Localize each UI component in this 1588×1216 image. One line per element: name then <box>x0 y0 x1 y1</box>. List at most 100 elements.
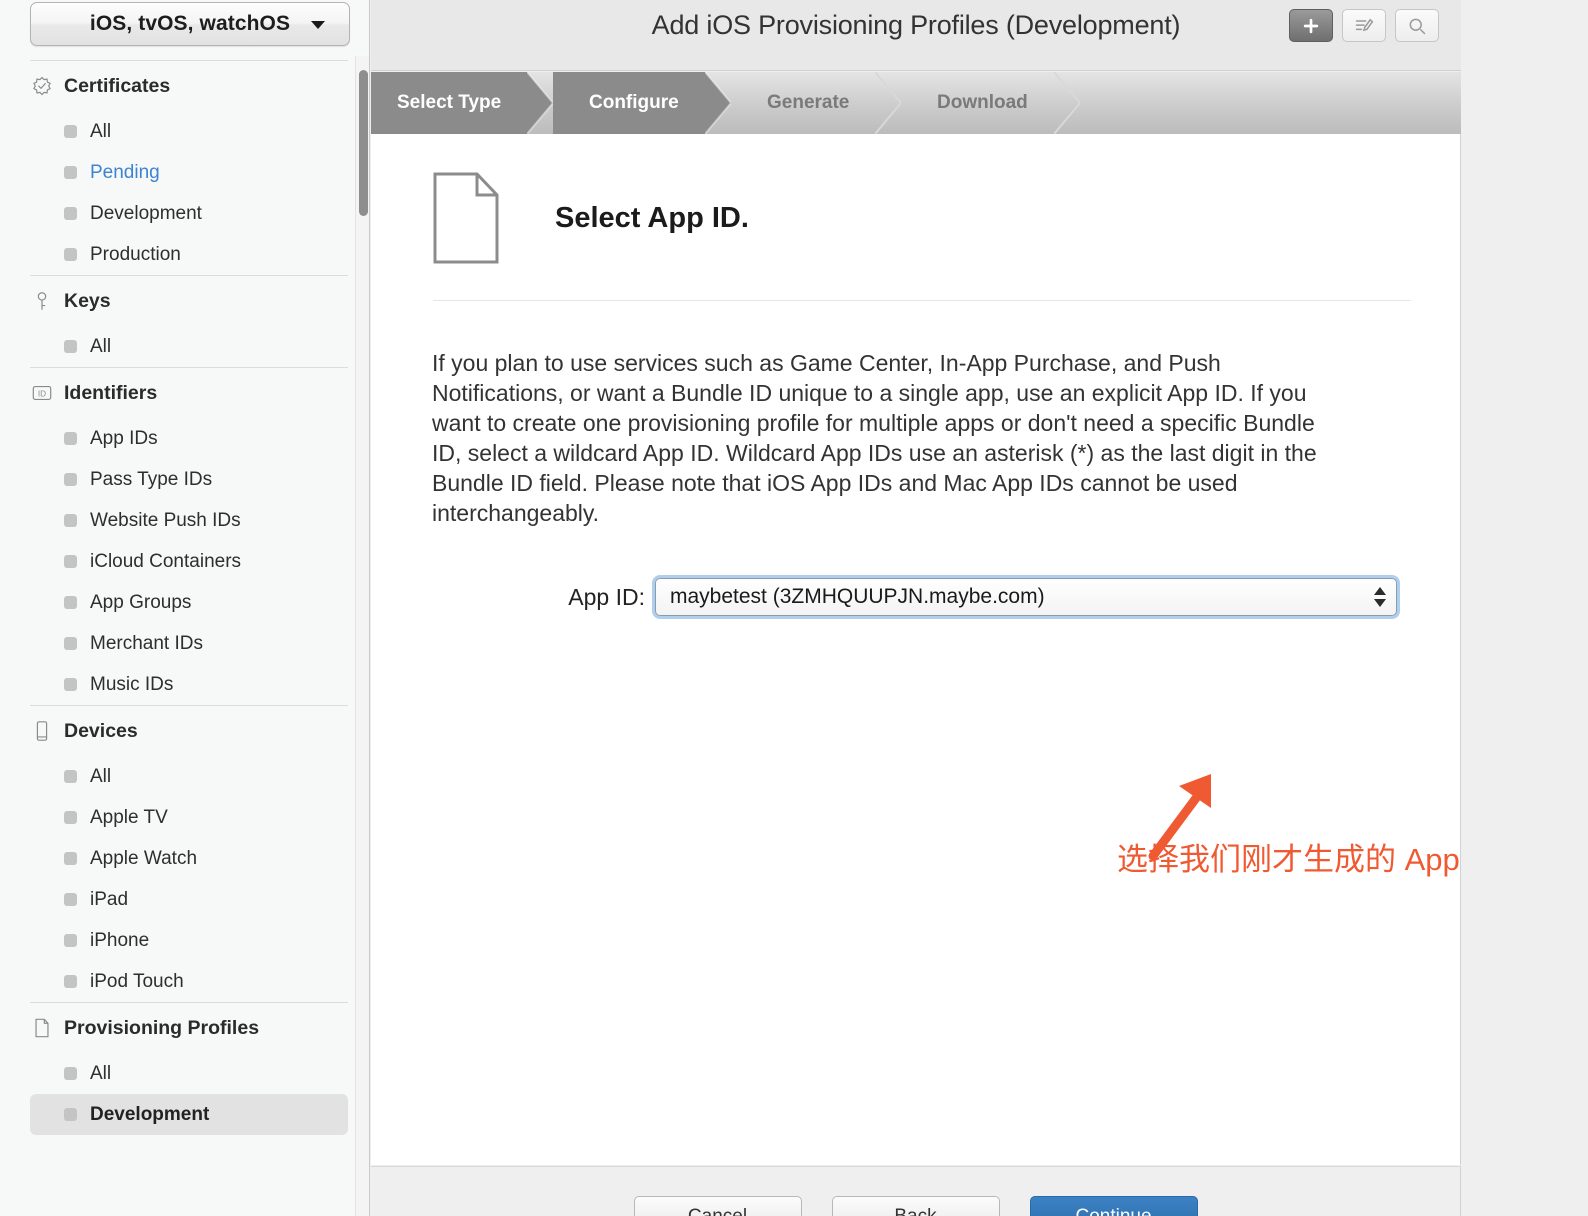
button-label: Continue <box>1075 1206 1151 1216</box>
sidebar-section-certificates: Certificates All Pending Development Product… <box>0 60 369 275</box>
sidebar-item-label: All <box>90 335 112 357</box>
sidebar-item-label: iCloud Containers <box>90 550 242 572</box>
sidebar-item-label: Development <box>90 1103 210 1125</box>
bullet-icon <box>64 432 77 445</box>
device-phone-icon <box>30 719 54 743</box>
sidebar-item-label: All <box>90 765 112 787</box>
document-page-icon <box>433 172 499 264</box>
bullet-icon <box>64 473 77 486</box>
svg-text:ID: ID <box>38 390 46 399</box>
header-toolbar <box>1289 9 1439 42</box>
step-separator-chevron-icon <box>875 72 901 134</box>
sidebar-item-all[interactable]: All <box>30 326 348 367</box>
identifier-id-icon: ID <box>30 381 54 405</box>
wizard-step-configure[interactable]: Configure <box>553 72 705 134</box>
heading-divider <box>433 300 1411 301</box>
stepper-up-down-icon[interactable] <box>1374 587 1386 607</box>
sidebar-section-devices: Devices All Apple TV Apple Watch iPad iPhone i… <box>0 705 369 1002</box>
bullet-icon <box>64 125 77 138</box>
sidebar-item-all[interactable]: All <box>30 1053 348 1094</box>
back-button[interactable]: Back <box>831 1196 1000 1216</box>
sidebar-section-header: ID Identifiers <box>0 368 369 418</box>
sidebar-item-app-ids[interactable]: App IDs <box>30 418 348 459</box>
sidebar-item-label: Apple TV <box>90 806 168 828</box>
sidebar-item-icloud-containers[interactable]: iCloud Containers <box>30 541 348 582</box>
bullet-icon <box>64 678 77 691</box>
step-separator-chevron-icon <box>705 72 731 134</box>
wizard-step-select-type[interactable]: Select Type <box>371 72 527 134</box>
wizard-step-label: Download <box>937 92 1028 113</box>
sidebar-item-merchant-ids[interactable]: Merchant IDs <box>30 623 348 664</box>
arrow-up-right-icon <box>1148 774 1211 861</box>
edit-list-icon <box>1355 18 1374 31</box>
cancel-button[interactable]: Cancel <box>633 1196 802 1216</box>
app-id-row: App ID: maybetest (3ZMHQUUPJN.maybe.com) <box>371 578 1397 616</box>
sidebar-section-identifiers: ID Identifiers App IDs Pass Type IDs Website… <box>0 367 369 705</box>
step-separator-chevron-icon <box>1054 72 1080 134</box>
sidebar-item-label: App Groups <box>90 591 192 613</box>
bullet-icon <box>64 166 77 179</box>
sidebar-item-production[interactable]: Production <box>30 234 348 275</box>
sidebar-item-ipad[interactable]: iPad <box>30 879 348 920</box>
sidebar-item-music-ids[interactable]: Music IDs <box>30 664 348 705</box>
sidebar-item-iphone[interactable]: iPhone <box>30 920 348 961</box>
certificate-badge-icon <box>33 76 51 96</box>
sidebar-section-header: Keys <box>0 276 369 326</box>
search-button[interactable] <box>1395 9 1439 42</box>
sidebar-section-label: Provisioning Profiles <box>64 1016 260 1039</box>
platform-select[interactable]: iOS, tvOS, watchOS <box>30 2 350 46</box>
sidebar-nav: Certificates All Pending Development Product… <box>0 60 369 1216</box>
sidebar-scrollbar-track[interactable] <box>355 56 369 1216</box>
wizard-step-generate[interactable]: Generate <box>731 72 875 134</box>
sidebar-item-website-push-ids[interactable]: Website Push IDs <box>30 500 348 541</box>
annotation-overlay: 选择我们刚才生成的 AppID <box>1101 746 1461 896</box>
bullet-icon <box>64 1067 77 1080</box>
identifier-id-icon: ID <box>32 385 52 401</box>
bullet-icon <box>64 770 77 783</box>
sidebar-item-all[interactable]: All <box>30 111 348 152</box>
sidebar-item-label: Music IDs <box>90 673 174 695</box>
sidebar-item-label: Development <box>90 202 202 224</box>
sidebar-item-apple-tv[interactable]: Apple TV <box>30 797 348 838</box>
description-text: If you plan to use services such as Game… <box>432 350 1317 526</box>
sidebar-item-ipod-touch[interactable]: iPod Touch <box>30 961 348 1002</box>
app-id-select[interactable]: maybetest (3ZMHQUUPJN.maybe.com) <box>655 578 1397 616</box>
sidebar-item-app-groups[interactable]: App Groups <box>30 582 348 623</box>
add-button[interactable] <box>1289 9 1333 42</box>
annotation-text: 选择我们刚才生成的 AppID <box>1117 842 1461 877</box>
app-root: iOS, tvOS, watchOS Certificates All Pendin… <box>0 0 1588 1216</box>
continue-button[interactable]: Continue <box>1029 1196 1198 1216</box>
bullet-icon <box>64 248 77 261</box>
bullet-icon <box>64 596 77 609</box>
wizard-step-label: Generate <box>767 92 850 113</box>
sidebar-item-all[interactable]: All <box>30 756 348 797</box>
chevron-down-icon <box>311 21 325 29</box>
sidebar-section-label: Identifiers <box>64 381 158 404</box>
sidebar-item-label: All <box>90 120 112 142</box>
sidebar-item-label: iPod Touch <box>90 970 184 992</box>
sidebar-item-apple-watch[interactable]: Apple Watch <box>30 838 348 879</box>
content-panel: Select App ID. If you plan to use servic… <box>371 134 1461 1165</box>
bullet-icon <box>64 893 77 906</box>
sidebar-scrollbar-thumb[interactable] <box>359 70 368 216</box>
header-bar: Add iOS Provisioning Profiles (Developme… <box>371 0 1461 71</box>
sidebar-item-development[interactable]: Development <box>30 1094 348 1135</box>
wizard-steps: Select Type Configure Generate Download <box>371 72 1461 134</box>
bullet-icon <box>64 811 77 824</box>
sidebar-section-keys: Keys All <box>0 275 369 367</box>
sidebar: iOS, tvOS, watchOS Certificates All Pendin… <box>0 0 370 1216</box>
footer-bar: Cancel Back Continue <box>371 1166 1461 1216</box>
sidebar-item-pass-type-ids[interactable]: Pass Type IDs <box>30 459 348 500</box>
device-phone-icon <box>36 721 48 741</box>
bullet-icon <box>64 975 77 988</box>
sidebar-section-label: Devices <box>64 719 138 742</box>
sidebar-section-header: Provisioning Profiles <box>0 1003 369 1053</box>
sidebar-item-development[interactable]: Development <box>30 193 348 234</box>
bullet-icon <box>64 555 77 568</box>
wizard-step-download[interactable]: Download <box>901 72 1054 134</box>
sidebar-item-label: Production <box>90 243 181 265</box>
sidebar-item-pending[interactable]: Pending <box>30 152 348 193</box>
bullet-icon <box>64 1108 77 1121</box>
edit-button[interactable] <box>1342 9 1386 42</box>
bullet-icon <box>64 934 77 947</box>
